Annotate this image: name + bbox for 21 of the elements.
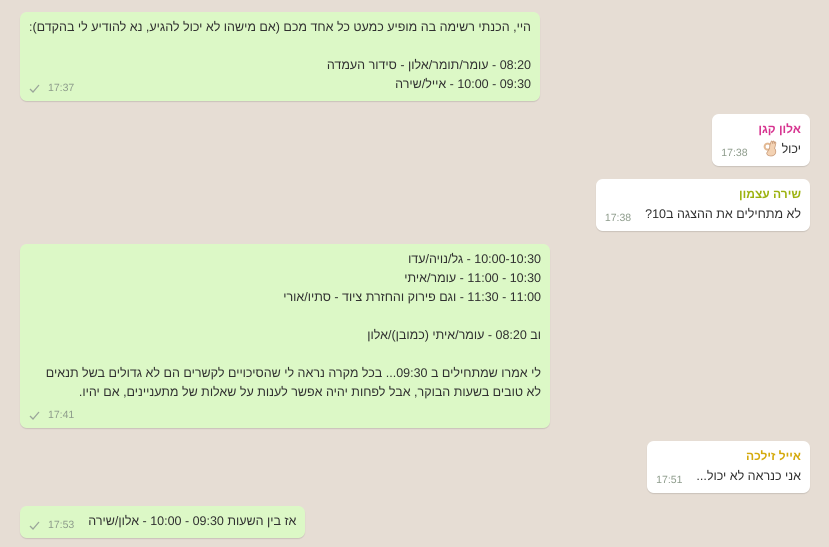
sender-name: אייל זילכה: [746, 448, 801, 465]
message-text: אני כנראה לא יכול...: [696, 468, 801, 485]
message-text: 10:00-10:30 - גל/נויה/עדו: [408, 251, 541, 268]
message-text: 09:30 - 10:00 - אייל/שירה: [395, 76, 531, 93]
message-text: היי, הכנתי רשימה בה מופיע כמעט כל אחד מכם (אם מישהו לא יכול להגיע, נא להודיע לי בהקדם):: [29, 19, 531, 36]
message-time: 17:53: [48, 518, 74, 532]
message-text: 08:20 - עומר/תומר/אלון - סידור העמדה: [326, 57, 531, 74]
message-text: 11:00 - 11:30 - וגם פירוק והחזרת ציוד - סתיו/אורי: [283, 289, 541, 306]
message-time: 17:37: [48, 81, 74, 95]
message-text: לא מתחילים את ההצגה ב10?: [645, 206, 801, 223]
message-text: וב 08:20 - עומר/איתי (כמובן)/אלון: [367, 327, 541, 344]
message-time: 17:38: [721, 146, 748, 160]
message-time: 17:38: [604, 211, 632, 225]
message-text: 10:30 - 11:00 - עומר/איתי: [404, 270, 541, 287]
message-text: אז בין השעות 09:30 - 10:00 - אלון/שירה: [88, 513, 296, 530]
message-time: 17:51: [656, 473, 682, 487]
message-text: יכול: [782, 141, 801, 158]
sender-name: אלון קגן: [758, 121, 801, 138]
message-text: לי אמרו שמתחילים ב 09:30... בכל מקרה נראה לי שהסיכויים לקשרים הם לא גדולים בשל תנאים לא טובים בשעות הבוקר, אבל לפחות יהיה אפשר לענות על שאלות של מתעניינים, אם יהיו.: [44, 365, 541, 401]
message-time: 17:41: [48, 408, 74, 422]
sender-name: שירה עצמון: [739, 186, 801, 203]
